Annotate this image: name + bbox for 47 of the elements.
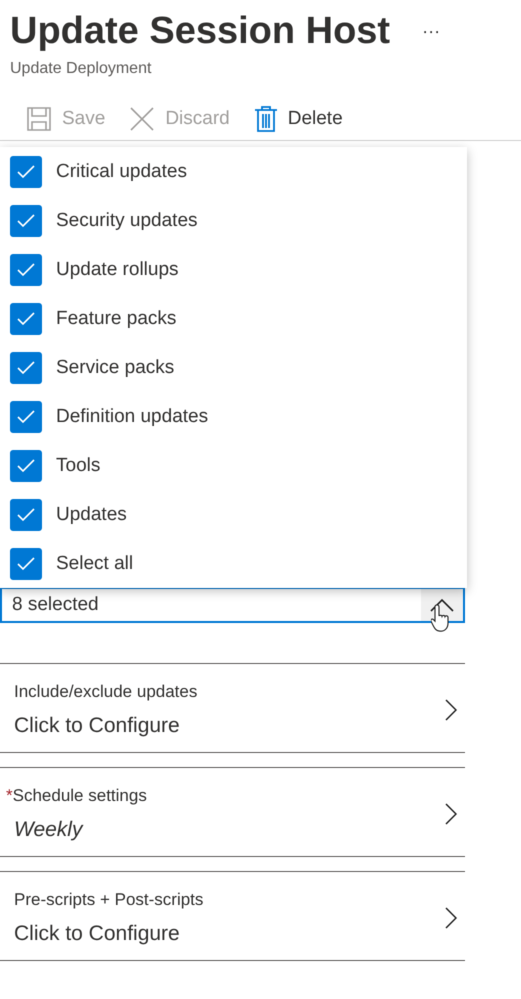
check-icon <box>16 164 36 180</box>
checkbox[interactable] <box>10 254 42 286</box>
setting-value: Click to Configure <box>14 714 181 738</box>
checkbox[interactable] <box>10 400 42 432</box>
checkbox[interactable] <box>10 548 42 580</box>
setting-value: Click to Configure <box>14 922 181 946</box>
settings-link[interactable]: Include/exclude updates Click to Configure <box>0 663 465 753</box>
checkbox-option[interactable]: Definition updates <box>0 392 467 441</box>
checkbox[interactable] <box>10 204 42 236</box>
page-title: Update Session Host <box>10 9 390 54</box>
caret-icon <box>430 598 454 612</box>
checkbox[interactable] <box>10 352 42 384</box>
chevron-right-icon <box>445 803 457 825</box>
check-icon <box>16 360 36 376</box>
checkbox[interactable] <box>10 302 42 334</box>
check-icon <box>16 556 36 572</box>
delete-button[interactable]: Delete <box>250 106 347 132</box>
more-button[interactable]: ··· <box>418 20 444 42</box>
checkbox-option[interactable]: Tools <box>0 441 467 490</box>
check-icon <box>16 408 36 424</box>
settings-link[interactable]: Pre-scripts + Post-scripts Click to Configure <box>0 871 465 961</box>
checkbox-option[interactable]: Feature packs <box>0 294 467 343</box>
check-icon <box>16 212 36 228</box>
close-icon <box>129 106 156 132</box>
checkbox[interactable] <box>10 498 42 530</box>
chevron-right-icon <box>445 907 457 929</box>
setting-label: Pre-scripts + Post-scripts <box>14 890 204 910</box>
page-subtitle: Update Deployment <box>10 60 152 78</box>
checkbox-option[interactable]: Updates <box>0 490 467 539</box>
required-mark: * <box>6 786 13 806</box>
check-icon <box>16 506 36 522</box>
checkbox[interactable] <box>10 156 42 188</box>
setting-label: Schedule settings <box>12 786 147 806</box>
setting-label: Include/exclude updates <box>14 682 198 702</box>
checkbox-option[interactable]: Service packs <box>0 343 467 392</box>
trash-icon <box>254 106 278 132</box>
checkbox-option[interactable]: Security updates <box>0 196 467 245</box>
check-icon <box>16 310 36 326</box>
setting-value: Weekly <box>14 818 84 842</box>
chevron-right-icon <box>445 699 457 721</box>
check-icon <box>16 262 36 278</box>
checkbox-option[interactable]: Update rollups <box>0 245 467 294</box>
checkbox-option[interactable]: Critical updates <box>0 147 467 196</box>
checkbox[interactable] <box>10 450 42 482</box>
check-icon <box>16 458 36 474</box>
checkbox-option[interactable]: Select all <box>0 539 467 588</box>
settings-link[interactable]: *Schedule settings Weekly <box>0 767 465 857</box>
